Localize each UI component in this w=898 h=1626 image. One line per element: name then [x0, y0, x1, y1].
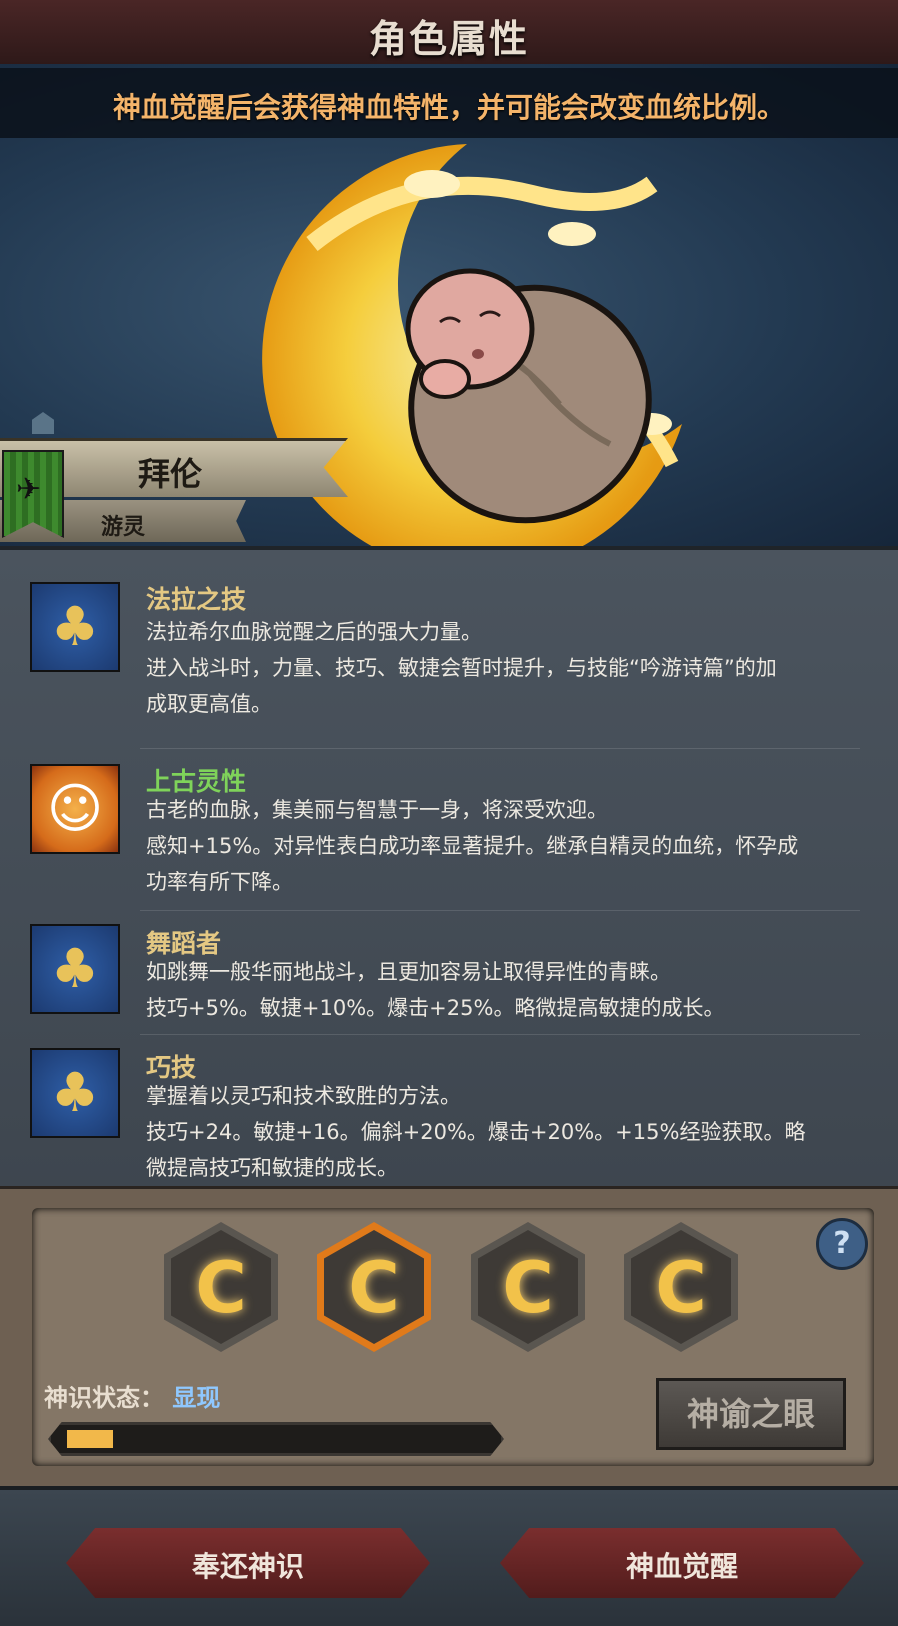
trait-desc: 掌握着以灵巧和技术致胜的方法。 — [146, 1084, 461, 1108]
divine-status: 神识状态： 显现 — [44, 1378, 220, 1413]
tree-icon: ♣ — [30, 1048, 120, 1138]
crescent-icon: C — [502, 1247, 554, 1329]
progress-fill — [67, 1430, 113, 1448]
trait-desc: 技巧+5%。敏捷+10%。爆击+25%。略微提高敏捷的成长。 — [146, 996, 725, 1020]
page-title: 角色属性 — [368, 17, 529, 61]
divider — [140, 910, 860, 911]
crescent-icon: C — [195, 1247, 247, 1329]
blood-awaken-button[interactable]: 神血觉醒 — [500, 1528, 864, 1598]
divider — [140, 1034, 860, 1035]
trait-name: 法拉之技 — [146, 585, 247, 614]
return-divine-button[interactable]: 奉还神识 — [66, 1528, 430, 1598]
trait-desc: 如跳舞一般华丽地战斗，且更加容易让取得异性的青睐。 — [146, 960, 671, 984]
trait-desc: 进入战斗时，力量、技巧、敏捷会暂时提升，与技能“吟游诗篇”的加 — [146, 656, 777, 680]
header: 角色属性 — [0, 0, 898, 66]
divider — [140, 748, 860, 749]
smiling-sun-icon: ☺ — [30, 764, 120, 854]
awakening-notice: 神血觉醒后会获得神血特性，并可能会改变血统比例。 — [0, 68, 898, 138]
swaddled-baby-portrait — [405, 268, 652, 524]
notice-text: 神血觉醒后会获得神血特性，并可能会改变血统比例。 — [112, 91, 785, 124]
trait-desc: 成取更高值。 — [146, 692, 272, 716]
blood-awaken-label: 神血觉醒 — [625, 1550, 738, 1583]
trait-desc: 技巧+24。敏捷+16。偏斜+20%。爆击+20%。+15%经验获取。略 — [146, 1120, 806, 1144]
trait-desc: 功率有所下降。 — [146, 870, 293, 894]
trait-desc: 古老的血脉，集美丽与智慧于一身，将深受欢迎。 — [146, 798, 608, 822]
tree-icon: ♣ — [30, 582, 120, 672]
return-divine-label: 奉还神识 — [191, 1550, 304, 1583]
divine-progress-bar — [48, 1422, 504, 1456]
trait-desc: 法拉希尔血脉觉醒之后的强大力量。 — [146, 620, 482, 644]
status-label: 神识状态： — [44, 1384, 164, 1412]
oracle-eye-button[interactable]: 神谕之眼 — [656, 1378, 846, 1450]
trait-desc: 微提高技巧和敏捷的成长。 — [146, 1156, 398, 1180]
status-value: 显现 — [172, 1384, 221, 1412]
tree-icon: ♣ — [30, 924, 120, 1014]
trait-list[interactable]: ♣ 法拉之技 法拉希尔血脉觉醒之后的强大力量。 进入战斗时，力量、技巧、敏捷会暂… — [0, 546, 898, 1190]
help-icon[interactable]: ? — [816, 1218, 868, 1270]
crescent-icon: C — [348, 1247, 400, 1329]
trait-desc: 感知+15%。对异性表白成功率显著提升。继承自精灵的血统，怀孕成 — [146, 834, 799, 858]
crescent-icon: C — [655, 1247, 707, 1329]
